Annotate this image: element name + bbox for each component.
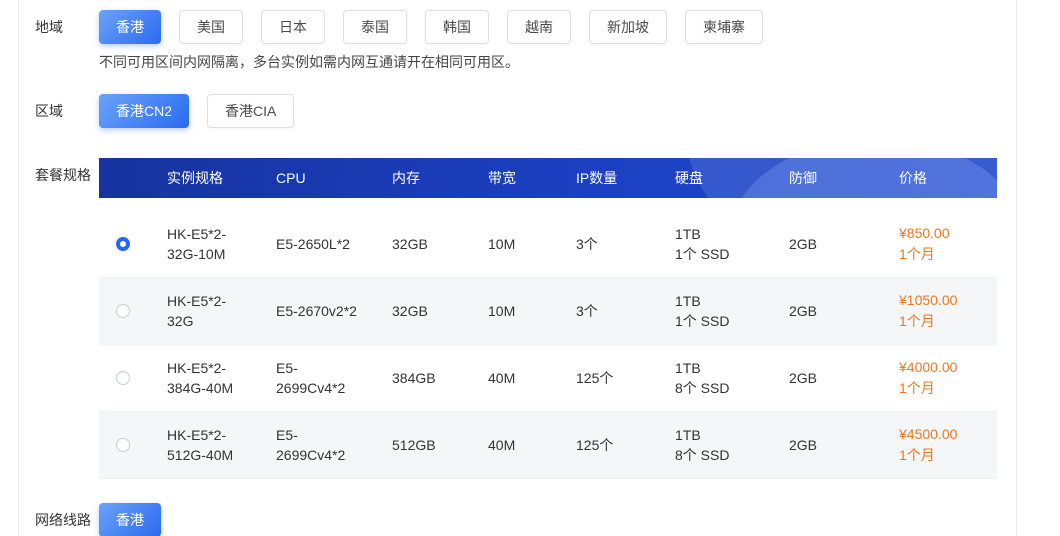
package-price: ¥4000.00: [899, 357, 989, 378]
packages-row: 套餐规格 实例规格 CPU 内存 带宽 IP数量 硬盘 防御 价格: [35, 158, 1016, 479]
package-ip-count: 3个: [556, 301, 655, 321]
package-duration: 1个月: [899, 311, 989, 332]
region-option-button[interactable]: 柬埔寨: [685, 10, 763, 44]
package-price-cell: ¥1050.00 1个月: [879, 290, 997, 332]
package-bandwidth: 10M: [468, 301, 556, 321]
region-option-button[interactable]: 美国: [179, 10, 243, 44]
package-memory: 384GB: [372, 368, 468, 388]
package-ip-count: 3个: [556, 234, 655, 254]
package-defense: 2GB: [769, 368, 879, 388]
region-option-button[interactable]: 韩国: [425, 10, 489, 44]
package-disk: 1TB 8个 SSD: [655, 425, 769, 465]
package-radio-cell: [99, 438, 147, 452]
package-radio[interactable]: [116, 237, 130, 251]
package-row[interactable]: HK-E5*2-32G E5-2670v2*2 32GB 10M 3个 1TB …: [99, 278, 997, 345]
package-price: ¥1050.00: [899, 290, 989, 311]
package-price-cell: ¥4000.00 1个月: [879, 357, 997, 399]
package-cpu: E5-2670v2*2: [256, 301, 372, 321]
package-radio[interactable]: [116, 438, 130, 452]
package-spec: HK-E5*2-512G-40M: [147, 425, 256, 465]
region-option-button[interactable]: 泰国: [343, 10, 407, 44]
header-cpu: CPU: [256, 168, 372, 188]
header-memory: 内存: [372, 168, 468, 188]
network-line-label: 网络线路: [35, 503, 99, 536]
package-duration: 1个月: [899, 244, 989, 265]
package-cpu: E5-2699Cv4*2: [256, 358, 372, 398]
package-radio[interactable]: [116, 304, 130, 318]
region-option-button[interactable]: 日本: [261, 10, 325, 44]
package-bandwidth: 10M: [468, 234, 556, 254]
region-option-button[interactable]: 香港: [99, 10, 161, 44]
network-line-row: 网络线路 香港: [35, 503, 1016, 536]
package-cpu: E5-2699Cv4*2: [256, 425, 372, 465]
region-row: 地域 香港 美国 日本 泰国 韩国 越南 新加坡 柬埔寨: [35, 10, 1016, 44]
package-duration: 1个月: [899, 378, 989, 399]
package-memory: 512GB: [372, 435, 468, 455]
package-row[interactable]: HK-E5*2-512G-40M E5-2699Cv4*2 512GB 40M …: [99, 412, 997, 479]
package-disk: 1TB 1个 SSD: [655, 224, 769, 264]
region-note: 不同可用区间内网隔离，多台实例如需内网互通请开在相同可用区。: [99, 52, 1016, 72]
header-disk: 硬盘: [655, 168, 769, 188]
region-option-button[interactable]: 越南: [507, 10, 571, 44]
package-ip-count: 125个: [556, 368, 655, 388]
zone-options: 香港CN2 香港CIA: [99, 94, 312, 128]
package-radio-cell: [99, 237, 147, 251]
package-row[interactable]: HK-E5*2-384G-40M E5-2699Cv4*2 384GB 40M …: [99, 345, 997, 412]
package-radio-cell: [99, 371, 147, 385]
package-memory: 32GB: [372, 301, 468, 321]
zone-option-button[interactable]: 香港CN2: [99, 94, 189, 128]
package-row[interactable]: HK-E5*2-32G-10M E5-2650L*2 32GB 10M 3个 1…: [99, 211, 997, 278]
package-bandwidth: 40M: [468, 435, 556, 455]
package-cpu: E5-2650L*2: [256, 234, 372, 254]
network-line-options: 香港: [99, 503, 179, 536]
package-defense: 2GB: [769, 234, 879, 254]
package-radio-cell: [99, 304, 147, 318]
zone-label: 区域: [35, 94, 99, 128]
header-ip-count: IP数量: [556, 168, 655, 188]
package-price: ¥4500.00: [899, 424, 989, 445]
packages-table-header: 实例规格 CPU 内存 带宽 IP数量 硬盘 防御 价格: [99, 158, 997, 198]
package-spec: HK-E5*2-384G-40M: [147, 358, 256, 398]
zone-row: 区域 香港CN2 香港CIA: [35, 94, 1016, 128]
package-disk: 1TB 8个 SSD: [655, 358, 769, 398]
header-price: 价格: [879, 168, 997, 188]
region-label: 地域: [35, 10, 99, 44]
package-bandwidth: 40M: [468, 368, 556, 388]
package-spec: HK-E5*2-32G-10M: [147, 224, 256, 264]
package-ip-count: 125个: [556, 435, 655, 455]
package-defense: 2GB: [769, 301, 879, 321]
header-spec: 实例规格: [147, 168, 256, 188]
header-bandwidth: 带宽: [468, 168, 556, 188]
packages-table: 实例规格 CPU 内存 带宽 IP数量 硬盘 防御 价格 HK-E5*2-32G…: [99, 158, 997, 479]
package-radio[interactable]: [116, 371, 130, 385]
package-disk: 1TB 1个 SSD: [655, 291, 769, 331]
package-duration: 1个月: [899, 445, 989, 466]
network-line-option-button[interactable]: 香港: [99, 503, 161, 536]
zone-option-button[interactable]: 香港CIA: [207, 94, 294, 128]
package-price-cell: ¥850.00 1个月: [879, 223, 997, 265]
region-option-button[interactable]: 新加坡: [589, 10, 667, 44]
region-options: 香港 美国 日本 泰国 韩国 越南 新加坡 柬埔寨: [99, 10, 781, 44]
package-memory: 32GB: [372, 234, 468, 254]
packages-table-body: HK-E5*2-32G-10M E5-2650L*2 32GB 10M 3个 1…: [99, 211, 997, 479]
package-price-cell: ¥4500.00 1个月: [879, 424, 997, 466]
server-config-panel: 地域 香港 美国 日本 泰国 韩国 越南 新加坡 柬埔寨 不同可用区间内网隔离，…: [18, 0, 1017, 536]
package-spec: HK-E5*2-32G: [147, 291, 256, 331]
package-defense: 2GB: [769, 435, 879, 455]
header-defense: 防御: [769, 168, 879, 188]
packages-label: 套餐规格: [35, 158, 99, 192]
package-price: ¥850.00: [899, 223, 989, 244]
